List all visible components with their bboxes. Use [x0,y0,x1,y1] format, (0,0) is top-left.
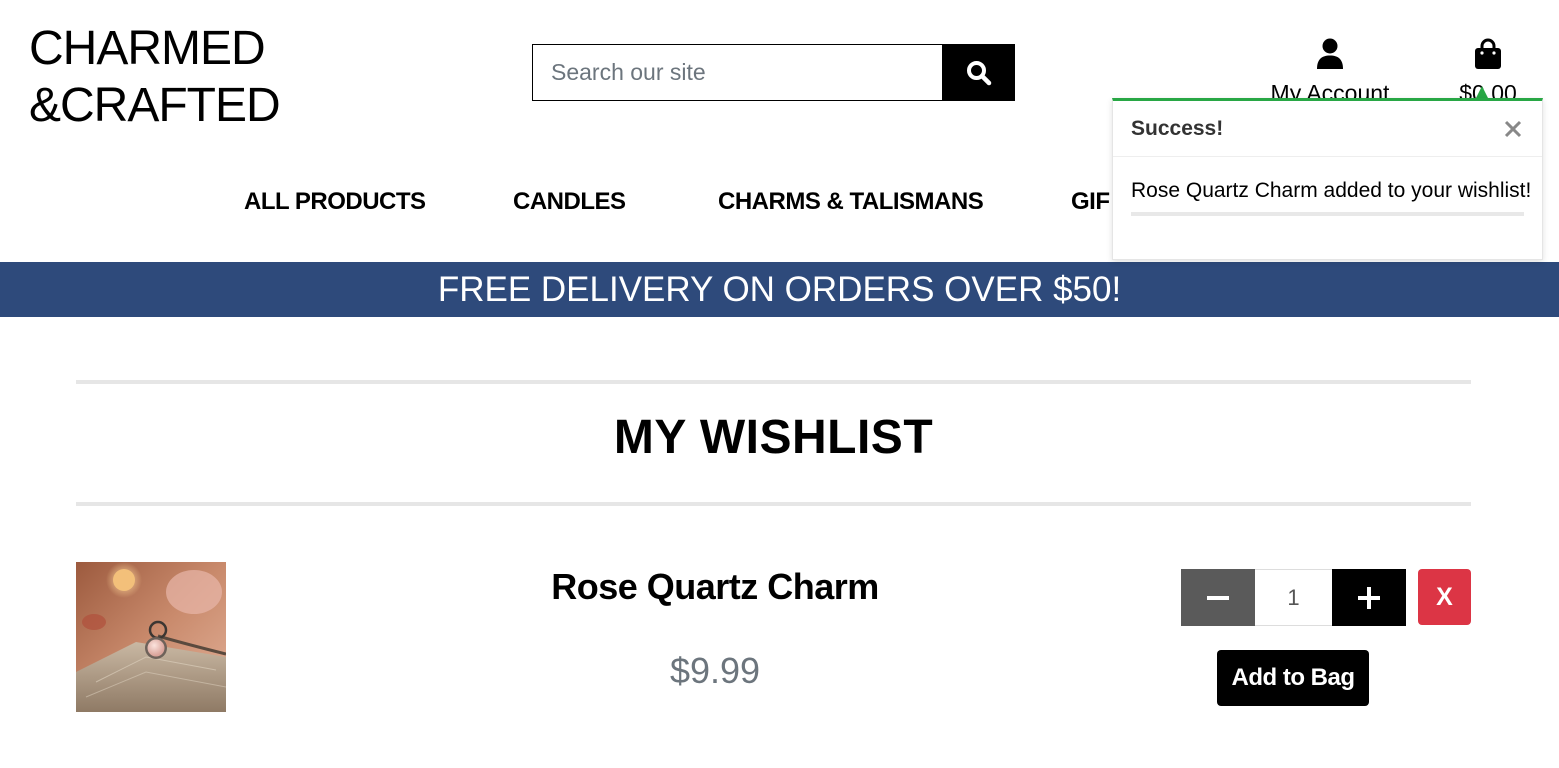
plus-icon [1358,586,1380,609]
delivery-banner: FREE DELIVERY ON ORDERS OVER $50! [0,262,1559,317]
logo-line-1: CHARMED [29,22,266,75]
search-form [532,44,1015,101]
minus-icon [1207,595,1229,600]
search-icon [966,60,991,85]
product-name[interactable]: Rose Quartz Charm [460,566,970,608]
toast-body: Rose Quartz Charm added to your wishlist… [1113,157,1542,216]
toast-close-button[interactable] [1502,118,1524,140]
user-icon [1317,38,1343,69]
toast-message: Rose Quartz Charm added to your wishlist… [1131,179,1532,202]
nav-item-gifts[interactable]: GIF [1071,188,1110,216]
logo-line-2: &CRAFTED [29,79,281,132]
site-logo[interactable]: CHARMED &CRAFTED [29,20,281,134]
nav-item-candles[interactable]: CANDLES [513,188,626,216]
divider-bottom [76,502,1471,506]
add-to-bag-button[interactable]: Add to Bag [1217,650,1369,706]
page-title: MY WISHLIST [613,411,934,464]
toast-progress-bar [1131,212,1524,216]
search-button[interactable] [942,44,1015,101]
shopping-bag-link[interactable]: $0.00 [1456,38,1520,107]
decrement-button[interactable] [1181,569,1255,626]
close-icon [1504,120,1522,137]
my-account-link[interactable]: My Account [1266,38,1394,107]
increment-button[interactable] [1332,569,1406,626]
toast-arrow [1476,86,1488,98]
nav-item-all-products[interactable]: ALL PRODUCTS [244,188,426,216]
quantity-input[interactable] [1255,569,1332,626]
toast-title: Success! [1131,116,1224,140]
search-input[interactable] [532,44,942,101]
quantity-stepper [1181,569,1406,626]
success-toast: Success! Rose Quartz Charm added to your… [1112,98,1543,260]
remove-button[interactable]: X [1418,569,1471,625]
product-image[interactable] [76,562,226,712]
nav-item-charms-talismans[interactable]: CHARMS & TALISMANS [718,188,984,216]
product-price: $9.99 [669,650,761,691]
toast-header: Success! [1113,101,1542,157]
shopping-bag-icon [1475,38,1501,69]
product-image-graphic [76,562,226,712]
divider-top [76,380,1471,384]
